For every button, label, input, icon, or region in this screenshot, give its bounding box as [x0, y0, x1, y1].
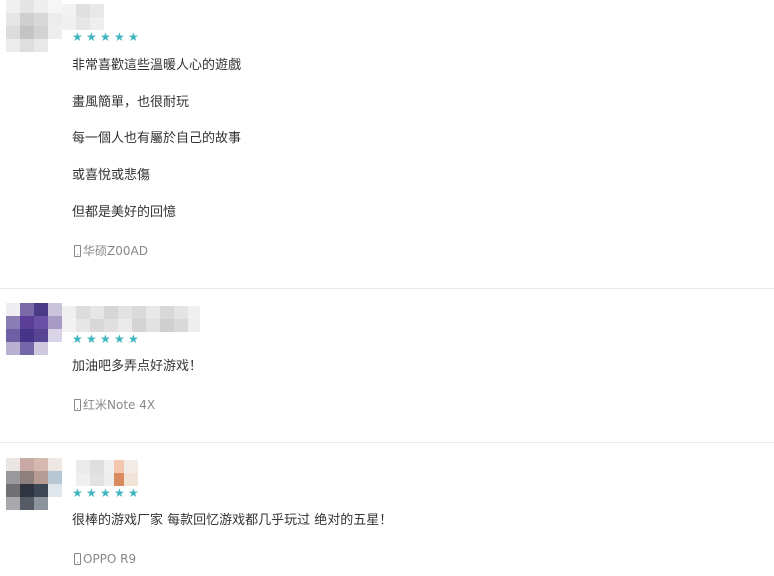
- phone-icon: [74, 553, 81, 565]
- review-text-line: 很棒的游戏厂家 每款回忆游戏都几乎玩过 绝对的五星！: [72, 513, 393, 528]
- review-item: ★ ★ ★ ★ ★ 很棒的游戏厂家 每款回忆游戏都几乎玩过 绝对的五星！ OPP…: [0, 0, 774, 576]
- star-icon: ★: [72, 486, 83, 500]
- star-icon: ★: [86, 486, 97, 500]
- star-icon: ★: [114, 486, 125, 500]
- star-icon: ★: [128, 486, 139, 500]
- avatar[interactable]: [6, 458, 62, 510]
- username-blurred: [76, 460, 138, 486]
- star-icon: ★: [100, 486, 111, 500]
- star-rating: ★ ★ ★ ★ ★: [72, 487, 140, 499]
- device-info: OPPO R9: [74, 552, 136, 566]
- device-name: OPPO R9: [83, 552, 137, 566]
